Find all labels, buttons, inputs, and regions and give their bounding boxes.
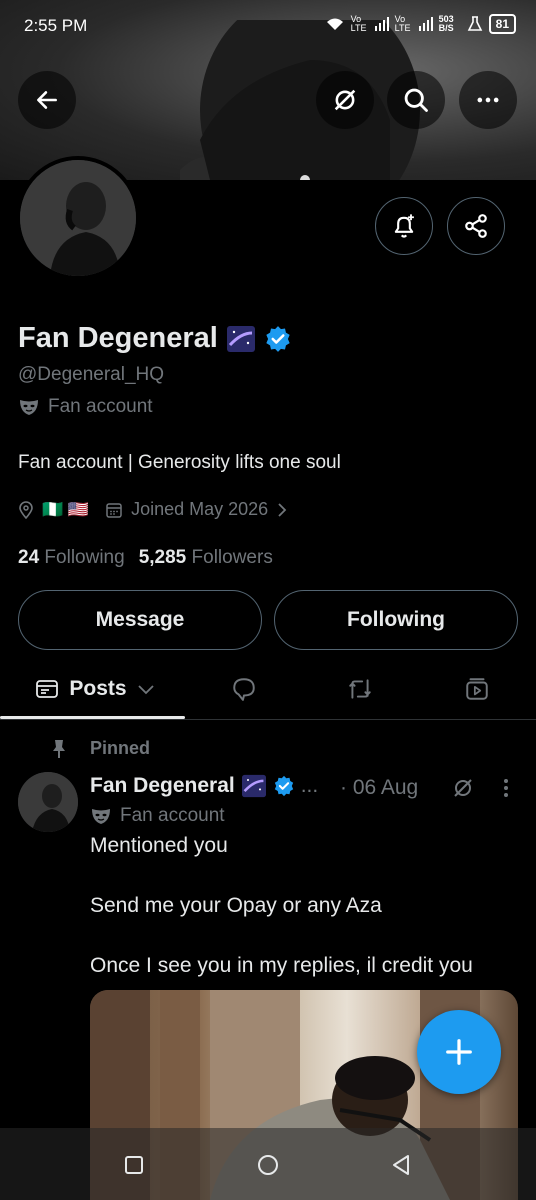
notifications-button[interactable] [375, 197, 433, 255]
post-date: · 06 Aug [340, 776, 419, 799]
location-flags: 🇳🇬 🇺🇸 [42, 499, 90, 519]
location-icon [19, 500, 33, 519]
post-text-line-3: Once I see you in my replies, il credit … [90, 954, 473, 977]
post-author[interactable]: Fan Degeneral [90, 774, 235, 798]
profile-tabs: Posts [0, 660, 536, 720]
compose-button[interactable] [417, 1010, 501, 1094]
pin-icon [53, 739, 65, 758]
following-stat[interactable]: 24 Following [18, 547, 125, 569]
calendar-icon [106, 502, 122, 518]
grok-button[interactable] [316, 71, 374, 129]
reply-icon [233, 678, 255, 701]
grok-icon[interactable] [451, 776, 475, 800]
recents-icon [125, 1156, 143, 1174]
active-tab-indicator [0, 716, 185, 719]
grok-icon [334, 89, 356, 111]
following-stat-label: Following [44, 547, 125, 568]
home-button[interactable] [253, 1150, 283, 1180]
followers-stat[interactable]: 5,285 Followers [139, 547, 273, 569]
followers-stat-label: Followers [191, 547, 273, 568]
more-icon [477, 97, 499, 103]
more-button[interactable] [459, 71, 517, 129]
galaxy-emoji-icon [241, 774, 266, 798]
joined-date: Joined May 2026 [131, 499, 269, 519]
post-category-label: Fan account [120, 805, 225, 826]
signal-icon-1 [374, 17, 389, 31]
repost-icon [349, 679, 371, 699]
tab-reposts[interactable] [338, 660, 382, 718]
post-header: Fan Degeneral ... [90, 774, 318, 798]
share-icon [465, 214, 487, 238]
status-bar: 2:55 PM Vo LTE Vo LTE 503 B/S 81 [0, 0, 536, 54]
tab-posts[interactable]: Posts [0, 660, 185, 719]
message-button[interactable]: Message [18, 590, 262, 650]
recents-button[interactable] [119, 1150, 149, 1180]
verified-badge-icon[interactable] [264, 325, 292, 353]
post-more-icon[interactable] [500, 776, 512, 800]
name-truncation: ... [300, 774, 319, 797]
following-button[interactable]: Following [274, 590, 518, 650]
signal-icon-2 [418, 17, 433, 31]
chevron-right-icon[interactable] [276, 502, 288, 518]
tab-posts-label: Posts [69, 677, 127, 700]
search-button[interactable] [387, 71, 445, 129]
plus-icon [446, 1039, 472, 1065]
mask-icon [20, 400, 38, 415]
followers-count: 5,285 [138, 547, 187, 568]
follow-stats: 24 Following 5,285 Followers [18, 547, 273, 569]
network-label-2: Vo LTE [394, 14, 411, 33]
media-icon [466, 678, 488, 700]
post-text-line-2: Send me your Opay or any Aza [90, 894, 382, 917]
lab-icon [467, 16, 482, 31]
mask-icon [92, 809, 110, 824]
home-icon [258, 1155, 278, 1175]
bell-plus-icon [394, 214, 414, 238]
chevron-down-icon [137, 685, 154, 695]
tab-replies[interactable] [222, 660, 266, 718]
pinned-label: Pinned [90, 738, 151, 758]
share-button[interactable] [447, 197, 505, 255]
network-label-1: Vo LTE [350, 14, 367, 33]
post-category: Fan account [90, 805, 225, 827]
posts-tab-icon [36, 680, 59, 698]
display-name: Fan Degeneral [18, 322, 218, 354]
profile-category: Fan account [18, 396, 153, 418]
speed-label: 503 B/S [438, 14, 454, 33]
wifi-icon [326, 18, 343, 30]
post-text-line-1: Mentioned you [90, 834, 228, 857]
avatar-image [20, 160, 136, 276]
profile-meta: 🇳🇬 🇺🇸 Joined May 2026 [18, 499, 288, 520]
galaxy-emoji-icon [226, 325, 255, 352]
battery-indicator: 81 [488, 14, 516, 34]
category-label: Fan account [48, 396, 153, 417]
following-count: 24 [18, 547, 40, 568]
verified-badge-icon [274, 775, 293, 797]
profile-bio: Fan account | Generosity lifts one soul [18, 452, 341, 473]
back-button[interactable] [18, 71, 76, 129]
profile-name-row: Fan Degeneral [18, 322, 292, 355]
back-nav-button[interactable] [386, 1150, 416, 1180]
search-icon [404, 88, 428, 112]
system-nav-bar [0, 1128, 536, 1200]
back-triangle-icon [393, 1155, 409, 1175]
profile-avatar[interactable] [16, 156, 140, 280]
profile-handle: @Degeneral_HQ [18, 364, 165, 385]
post-avatar-image [18, 772, 78, 832]
back-arrow-icon [37, 91, 57, 109]
post-avatar[interactable] [18, 772, 78, 832]
tab-media[interactable] [455, 660, 499, 718]
pinned-indicator: Pinned [50, 738, 150, 759]
status-icons: Vo LTE Vo LTE 503 B/S 81 [325, 14, 516, 34]
status-time: 2:55 PM [24, 16, 88, 35]
